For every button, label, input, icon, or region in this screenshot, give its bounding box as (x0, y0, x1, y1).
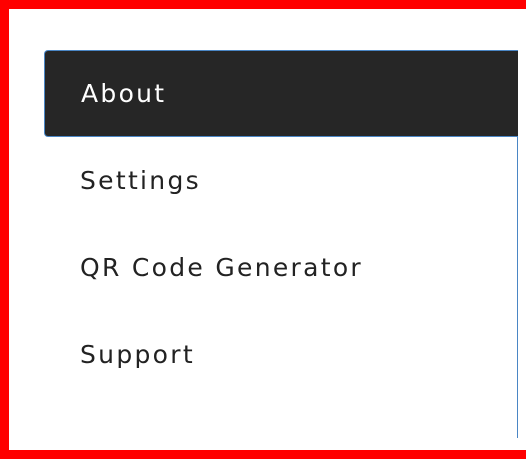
nav-item-about[interactable]: About (44, 50, 518, 137)
nav-item-label: Settings (80, 166, 201, 195)
nav-item-settings[interactable]: Settings (44, 137, 518, 224)
nav-item-label: About (81, 79, 167, 108)
nav-item-support[interactable]: Support (44, 311, 518, 398)
nav-item-label: Support (80, 340, 195, 369)
nav-item-qr-code-generator[interactable]: QR Code Generator (44, 224, 518, 311)
nav-item-label: QR Code Generator (80, 253, 363, 282)
highlight-frame: About Settings QR Code Generator Support (0, 0, 526, 459)
sidebar-nav: About Settings QR Code Generator Support (44, 50, 518, 438)
